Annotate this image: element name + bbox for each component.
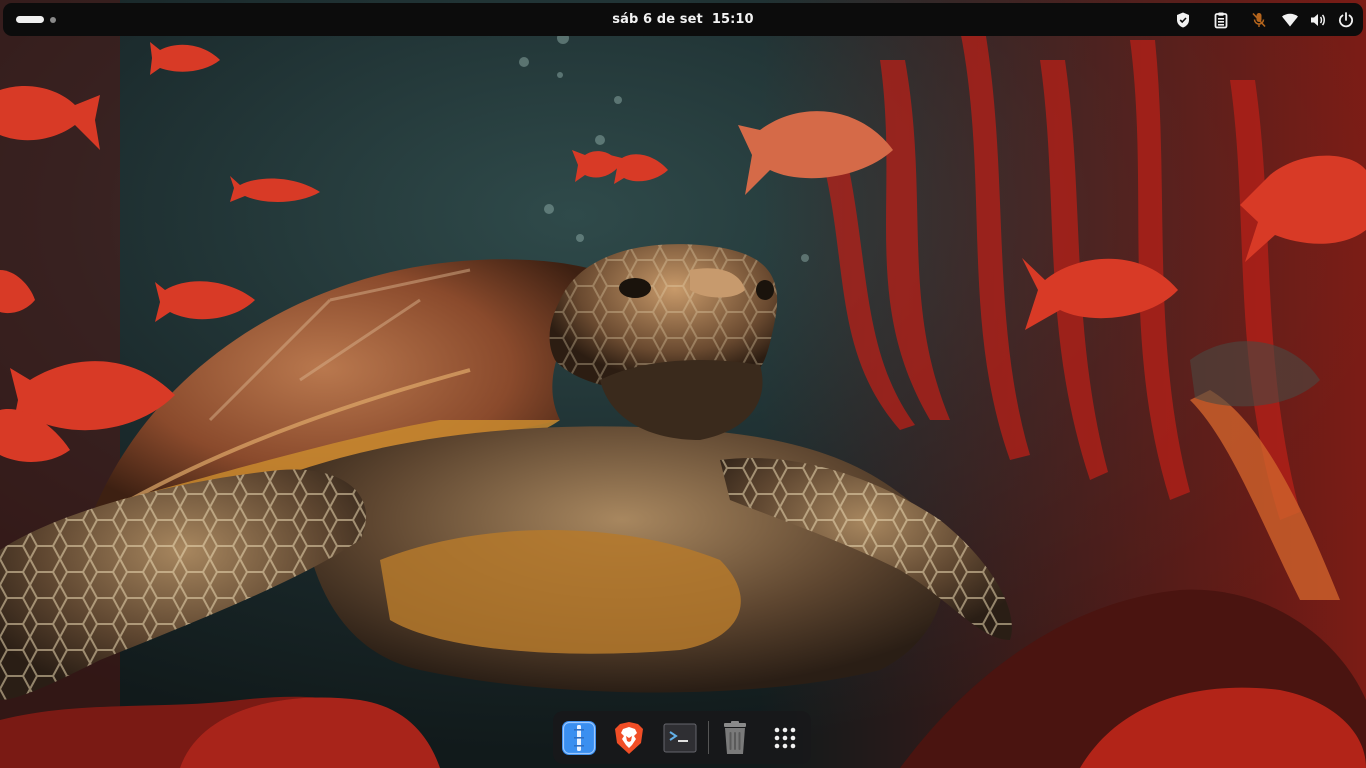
dock — [553, 711, 811, 764]
power-icon[interactable] — [1337, 11, 1355, 29]
show-apps-icon[interactable] — [766, 719, 804, 757]
trash-icon[interactable] — [716, 719, 754, 757]
clipboard-icon[interactable] — [1212, 11, 1230, 29]
shield-icon[interactable] — [1174, 11, 1192, 29]
terminal-icon[interactable] — [661, 719, 699, 757]
volume-icon[interactable] — [1309, 11, 1327, 29]
top-bar: sáb 6 de set 15:10 — [3, 3, 1363, 36]
dock-separator — [708, 721, 709, 754]
date-label: sáb 6 de set — [612, 12, 703, 27]
time-label: 15:10 — [711, 12, 754, 27]
brave-browser-icon[interactable] — [610, 719, 648, 757]
date-time-menu[interactable]: sáb 6 de set 15:10 — [3, 3, 1363, 36]
files-app-icon[interactable] — [560, 719, 598, 757]
microphone-muted-icon[interactable] — [1250, 11, 1268, 29]
wifi-icon[interactable] — [1281, 11, 1299, 29]
desktop-wallpaper — [0, 0, 1366, 768]
